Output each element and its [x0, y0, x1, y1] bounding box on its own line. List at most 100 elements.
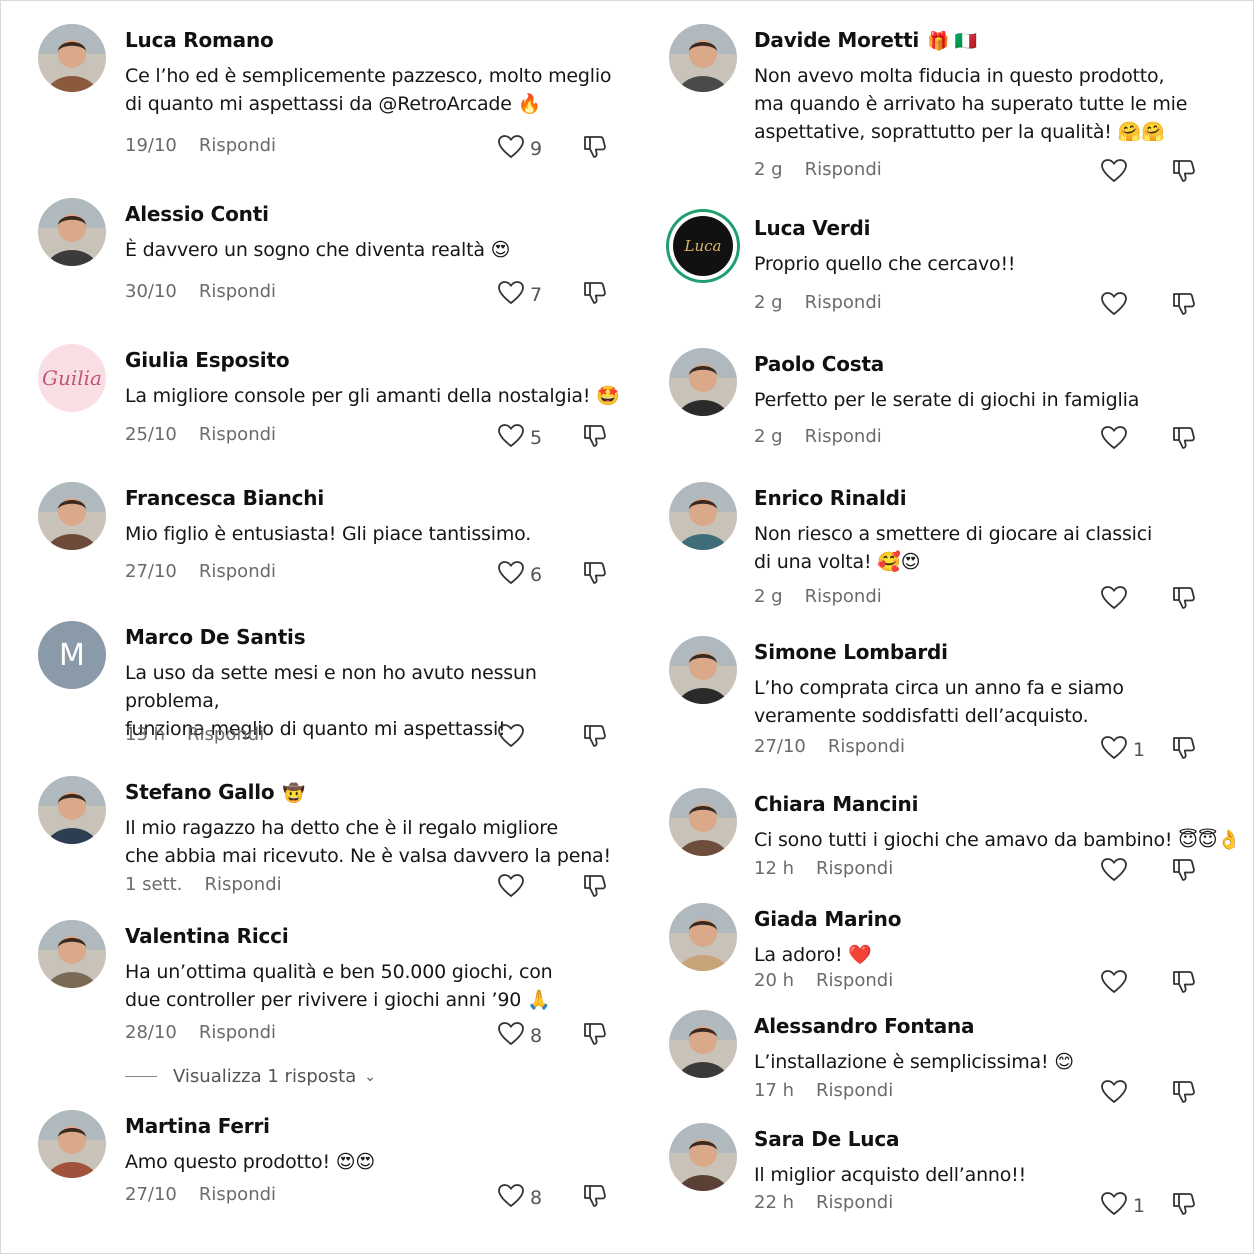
like-button[interactable]: 8: [498, 1184, 542, 1212]
thumbs-down-icon: [1171, 587, 1197, 615]
comment-text: L’ho comprata circa un anno fa e siamo v…: [754, 677, 1124, 727]
author-name[interactable]: Davide Moretti 🎁 🇮🇹: [754, 28, 977, 52]
author-name[interactable]: Giada Marino: [754, 907, 901, 931]
like-button[interactable]: 5: [498, 424, 542, 452]
avatar[interactable]: [669, 348, 737, 416]
author-name[interactable]: Martina Ferri: [125, 1114, 270, 1138]
comment-meta: 20 h Rispondi: [754, 970, 893, 991]
reply-button[interactable]: Rispondi: [199, 281, 276, 302]
reply-button[interactable]: Rispondi: [828, 736, 905, 757]
reply-button[interactable]: Rispondi: [805, 426, 882, 447]
like-button[interactable]: [1101, 970, 1127, 998]
dislike-button[interactable]: [1171, 735, 1197, 765]
like-button[interactable]: [1101, 586, 1127, 614]
like-button[interactable]: [1101, 159, 1127, 187]
author-name[interactable]: Giulia Esposito: [125, 348, 290, 372]
like-button[interactable]: 1: [1101, 1192, 1145, 1220]
like-button[interactable]: [1101, 292, 1127, 320]
thumbs-down-icon: [1171, 1193, 1197, 1221]
like-button[interactable]: [498, 724, 524, 752]
avatar[interactable]: [38, 920, 106, 988]
dislike-button[interactable]: [582, 1183, 608, 1213]
like-button[interactable]: 9: [498, 135, 542, 163]
author-name[interactable]: Sara De Luca: [754, 1127, 899, 1151]
reply-button[interactable]: Rispondi: [805, 586, 882, 607]
like-button[interactable]: [498, 874, 524, 902]
reply-button[interactable]: Rispondi: [199, 561, 276, 582]
like-button[interactable]: 6: [498, 561, 542, 589]
avatar[interactable]: [38, 776, 106, 844]
dislike-button[interactable]: [1171, 1079, 1197, 1109]
view-replies-button[interactable]: Visualizza 1 risposta ⌄: [125, 1066, 376, 1087]
thumbs-down-icon: [582, 1185, 608, 1213]
thumbs-down-icon: [582, 136, 608, 164]
dislike-button[interactable]: [582, 873, 608, 903]
reply-button[interactable]: Rispondi: [816, 858, 893, 879]
avatar[interactable]: [669, 1010, 737, 1078]
avatar[interactable]: [38, 482, 106, 550]
author-name[interactable]: Alessio Conti: [125, 202, 269, 226]
dislike-button[interactable]: [1171, 158, 1197, 188]
dislike-button[interactable]: [1171, 857, 1197, 887]
heart-icon: [1101, 159, 1127, 187]
dislike-button[interactable]: [1171, 425, 1197, 455]
avatar[interactable]: [669, 788, 737, 856]
avatar[interactable]: [38, 1110, 106, 1178]
dislike-button[interactable]: [1171, 969, 1197, 999]
like-button[interactable]: 1: [1101, 736, 1145, 764]
reply-button[interactable]: Rispondi: [199, 1184, 276, 1205]
comment-text: Il miglior acquisto dell’anno!!: [754, 1164, 1027, 1186]
avatar[interactable]: [38, 198, 106, 266]
comment-text: Ce l’ho ed è semplicemente pazzesco, mol…: [125, 65, 612, 115]
reply-button[interactable]: Rispondi: [816, 970, 893, 991]
author-name[interactable]: Alessandro Fontana: [754, 1014, 975, 1038]
comment-date: 27/10: [754, 736, 806, 757]
author-name[interactable]: Chiara Mancini: [754, 792, 918, 816]
avatar[interactable]: [669, 1123, 737, 1191]
like-button[interactable]: [1101, 858, 1127, 886]
avatar[interactable]: Luca: [673, 216, 733, 276]
author-name[interactable]: Simone Lombardi: [754, 640, 948, 664]
avatar[interactable]: [669, 903, 737, 971]
reply-button[interactable]: Rispondi: [199, 1022, 276, 1043]
reply-button[interactable]: Rispondi: [805, 159, 882, 180]
like-button[interactable]: 7: [498, 281, 542, 309]
dislike-button[interactable]: [582, 1021, 608, 1051]
dislike-button[interactable]: [1171, 1191, 1197, 1221]
avatar[interactable]: [669, 24, 737, 92]
comment-meta: 25/10 Rispondi: [125, 424, 276, 445]
reply-button[interactable]: Rispondi: [805, 292, 882, 313]
like-button[interactable]: [1101, 1080, 1127, 1108]
dislike-button[interactable]: [1171, 585, 1197, 615]
reply-button[interactable]: Rispondi: [199, 424, 276, 445]
dislike-button[interactable]: [1171, 291, 1197, 321]
avatar[interactable]: [669, 482, 737, 550]
author-name[interactable]: Paolo Costa: [754, 352, 884, 376]
avatar[interactable]: M: [38, 621, 106, 689]
dislike-button[interactable]: [582, 723, 608, 753]
author-name[interactable]: Marco De Santis: [125, 625, 306, 649]
reply-button[interactable]: Rispondi: [199, 135, 276, 156]
reply-button[interactable]: Rispondi: [816, 1080, 893, 1101]
dislike-button[interactable]: [582, 560, 608, 590]
author-name[interactable]: Luca Romano: [125, 28, 274, 52]
reply-button[interactable]: Rispondi: [204, 874, 281, 895]
author-name[interactable]: Luca Verdi: [754, 216, 870, 240]
author-name[interactable]: Valentina Ricci: [125, 924, 289, 948]
reply-button[interactable]: Rispondi: [187, 724, 264, 745]
like-button[interactable]: 8: [498, 1022, 542, 1050]
heart-icon: [1101, 970, 1127, 998]
reply-button[interactable]: Rispondi: [816, 1192, 893, 1213]
author-name[interactable]: Francesca Bianchi: [125, 486, 324, 510]
dislike-button[interactable]: [582, 280, 608, 310]
author-name[interactable]: Stefano Gallo 🤠: [125, 780, 305, 804]
dislike-button[interactable]: [582, 423, 608, 453]
author-name[interactable]: Enrico Rinaldi: [754, 486, 907, 510]
comment-text: Non riesco a smettere di giocare ai clas…: [754, 523, 1153, 573]
avatar[interactable]: Guilia: [38, 344, 106, 412]
avatar[interactable]: [669, 636, 737, 704]
dislike-button[interactable]: [582, 134, 608, 164]
avatar[interactable]: [38, 24, 106, 92]
comment-date: 20 h: [754, 970, 795, 991]
like-button[interactable]: [1101, 426, 1127, 454]
